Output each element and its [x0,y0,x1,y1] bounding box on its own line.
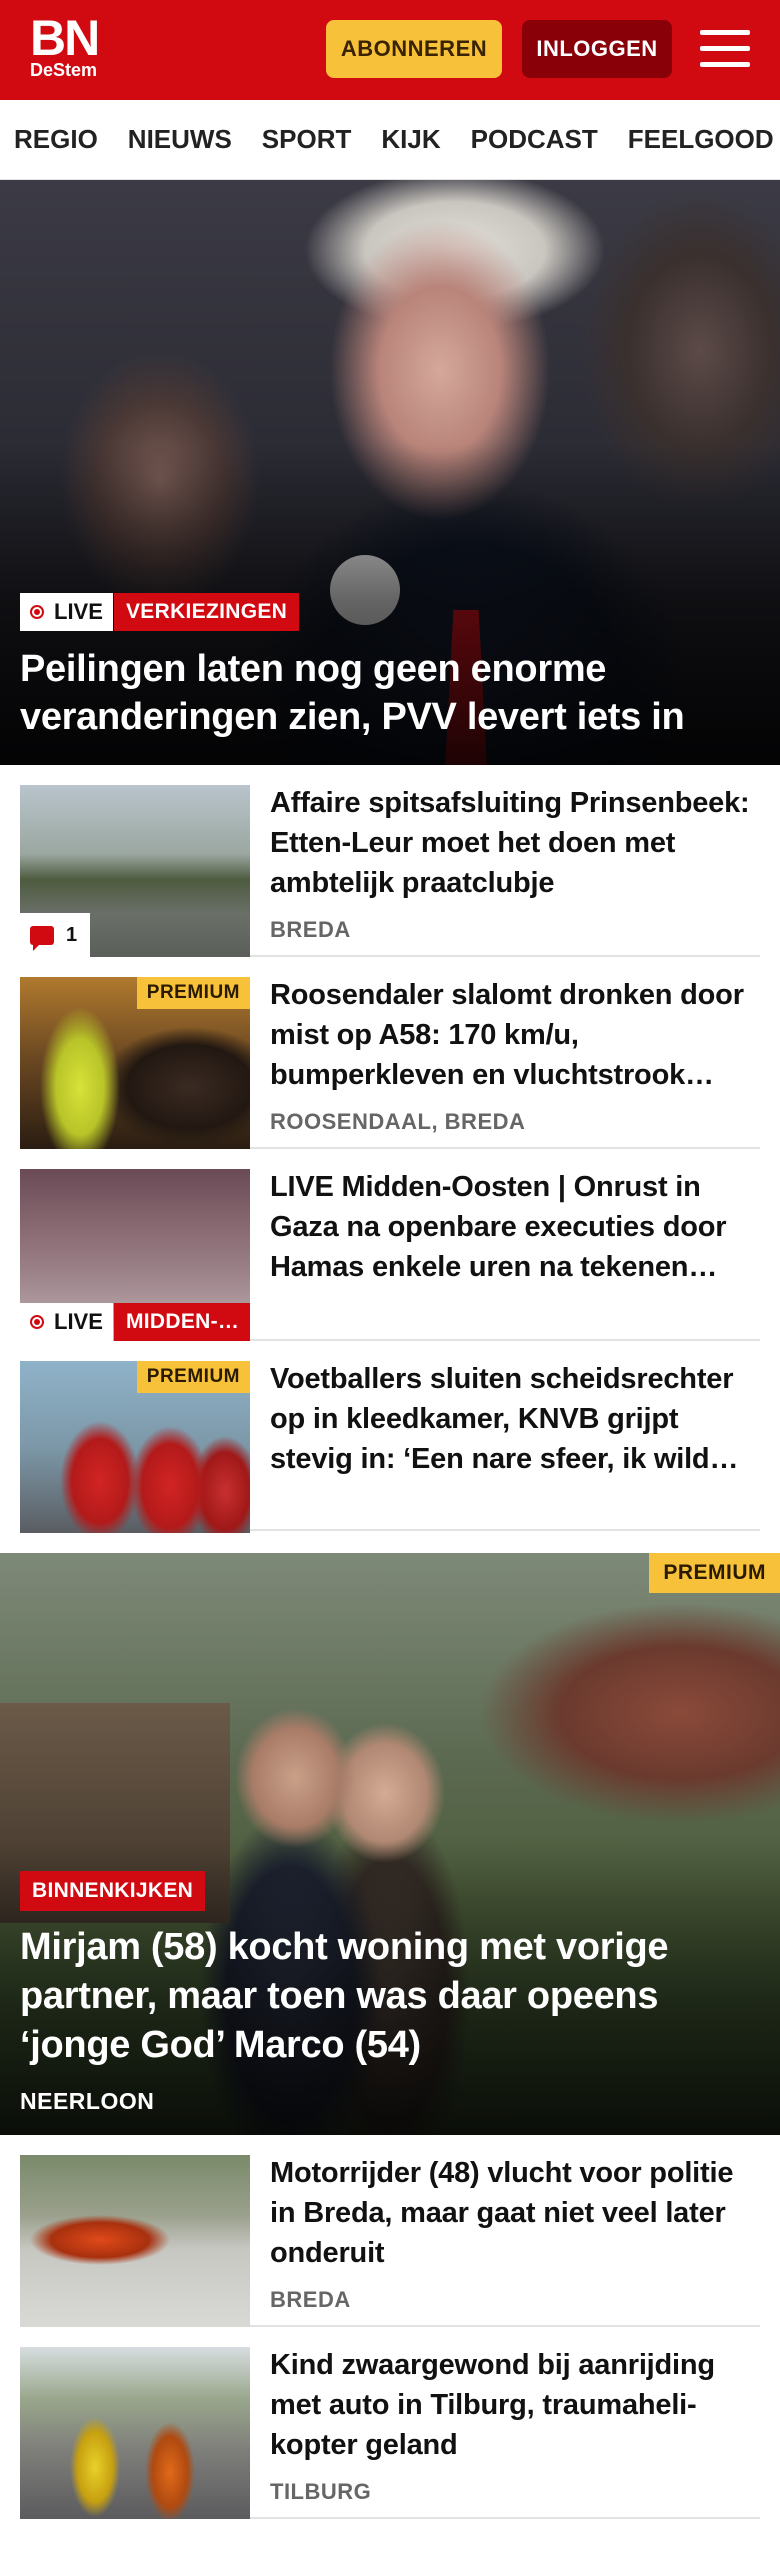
live-dot-icon [30,1315,44,1329]
category-tag: VERKIEZINGEN [114,593,300,631]
live-label: LIVE [54,599,103,624]
category-tag: MIDDEN-… [114,1303,250,1341]
list-item[interactable]: Kind zwaargewond bij aanrijding met auto… [20,2327,760,2519]
article-location: ROOSENDAAL, BREDA [270,1109,526,1134]
article-thumbnail: 1 [20,785,250,957]
list-item[interactable]: LIVE MIDDEN-… LIVE Midden-Oosten | Onrus… [20,1149,760,1341]
logo-subtitle: DeStem [30,60,98,80]
menu-icon[interactable] [700,28,750,70]
list-item[interactable]: PREMIUM Roosendaler slalomt dronken door… [20,957,760,1149]
category-tag: BINNENKIJKEN [20,1871,206,1911]
site-header: BN DeStem ABONNEREN INLOGGEN [0,0,780,100]
premium-badge: PREMIUM [136,1361,250,1393]
article-title[interactable]: Kind zwaargewond bij aanrijding met auto… [270,2345,760,2465]
live-label: LIVE [54,1309,103,1334]
section-nav: REGIO NIEUWS SPORT KIJK PODCAST FEELGOOD [0,100,780,180]
logo-mark: BN [30,10,100,66]
feature-article[interactable]: PREMIUM BINNENKIJKEN Mirjam (58) kocht w… [0,1553,780,2135]
nav-item-regio[interactable]: REGIO [14,124,98,155]
hero-article[interactable]: LIVE VERKIEZINGEN Peilingen laten nog ge… [0,180,780,765]
nav-item-podcast[interactable]: PODCAST [471,124,598,155]
article-title[interactable]: Affaire spitsafsluiting Prinsen­beek: Et… [270,783,760,903]
list-item[interactable]: PREMIUM Voetballers sluiten scheidsrech­… [20,1341,760,1533]
article-title[interactable]: LIVE Midden-Oosten | Onrust in Gaza na o… [270,1167,760,1287]
comment-count-value: 1 [66,923,78,946]
article-thumbnail [20,2155,250,2327]
article-thumbnail [20,2347,250,2519]
hero-title[interactable]: Peilingen laten nog geen enorme verander… [20,645,765,741]
article-thumbnail: PREMIUM [20,1361,250,1533]
site-logo[interactable]: BN DeStem [30,10,100,80]
premium-badge: PREMIUM [649,1553,780,1593]
article-title[interactable]: Voetballers sluiten scheidsrech­ter op i… [270,1359,760,1479]
live-dot-icon [30,605,44,619]
comment-count: 1 [20,913,90,957]
login-button[interactable]: INLOGGEN [522,20,672,78]
article-location: BREDA [270,917,351,942]
article-thumbnail: LIVE MIDDEN-… [20,1169,250,1341]
feature-location: NEERLOON [20,2088,155,2114]
premium-badge: PREMIUM [136,977,250,1009]
comment-icon [30,925,54,951]
live-badge: LIVE [20,1303,113,1341]
article-title[interactable]: Roosendaler slalomt dronken door mist op… [270,975,760,1095]
list-item[interactable]: 1 Affaire spitsafsluiting Prinsen­beek: … [20,765,760,957]
nav-item-kijk[interactable]: KIJK [381,124,440,155]
subscribe-button[interactable]: ABONNEREN [326,20,502,78]
article-title[interactable]: Motorrijder (48) vlucht voor politie in … [270,2153,760,2273]
nav-item-nieuws[interactable]: NIEUWS [128,124,232,155]
list-item[interactable]: Motorrijder (48) vlucht voor politie in … [20,2135,760,2327]
live-badge: LIVE [20,593,113,631]
nav-item-sport[interactable]: SPORT [262,124,352,155]
nav-item-feelgood[interactable]: FEELGOOD [628,124,774,155]
article-location: BREDA [270,2287,351,2312]
article-thumbnail: PREMIUM [20,977,250,1149]
feature-title[interactable]: Mirjam (58) kocht woning met vorige part… [20,1923,760,2070]
article-location: TILBURG [270,2479,372,2504]
